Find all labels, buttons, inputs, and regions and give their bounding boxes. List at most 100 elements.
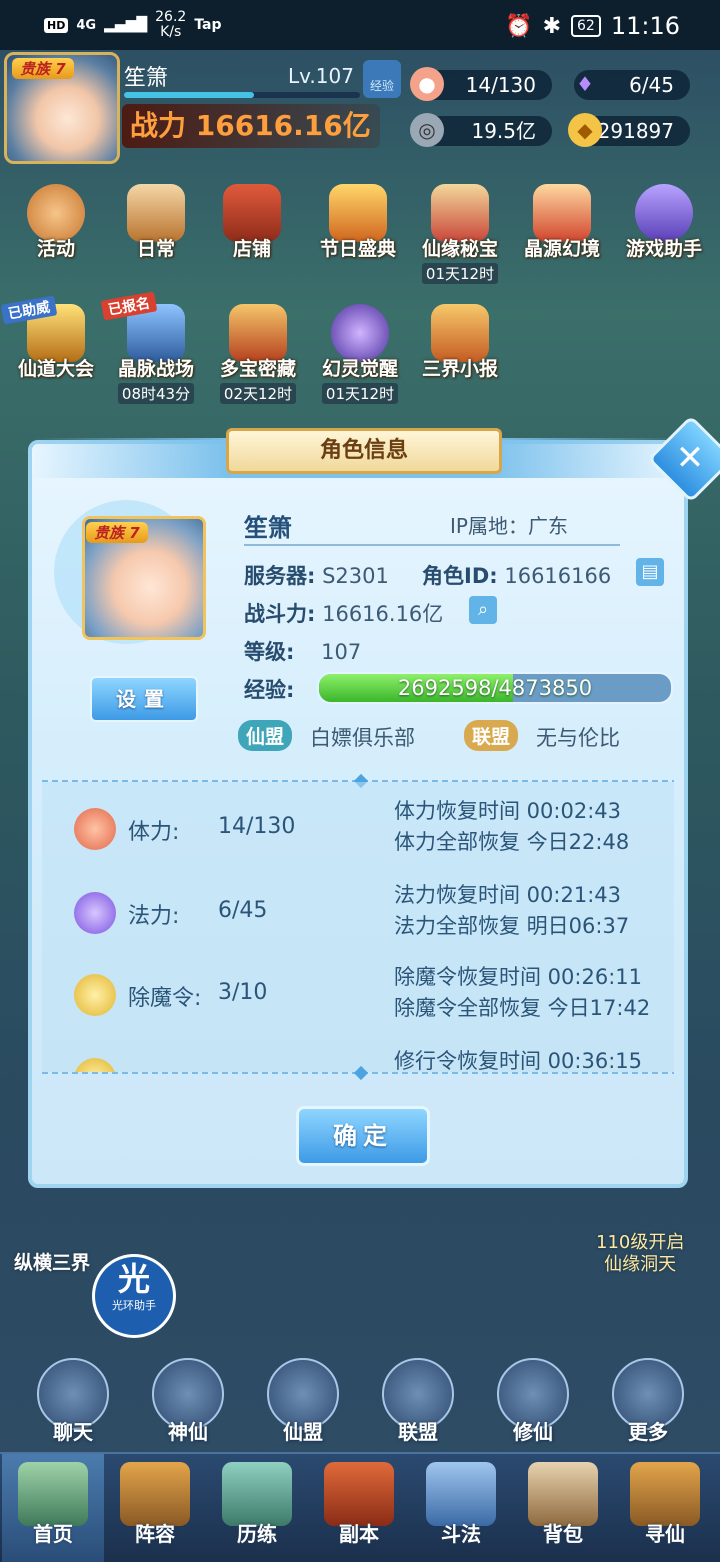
- level-label: 等级:: [244, 640, 295, 664]
- nav-home[interactable]: 首页: [2, 1454, 104, 1562]
- mana-flame-icon: [74, 892, 116, 934]
- menu-daily[interactable]: 日常: [106, 184, 206, 261]
- nav-duel[interactable]: 斗法: [410, 1454, 512, 1562]
- role-id-row: 角色ID: 16616166: [422, 560, 611, 590]
- nav-training[interactable]: 历练: [206, 1454, 308, 1562]
- menu-treasure[interactable]: 仙缘秘宝 01天12时: [410, 184, 510, 284]
- exp-progress-fill: [124, 92, 254, 98]
- vip-badge: 贵族 7: [86, 522, 148, 543]
- copy-id-icon[interactable]: ▤: [636, 558, 664, 586]
- combat-power: 战力 16616.16亿: [122, 104, 380, 148]
- immortal-button[interactable]: 神仙: [143, 1358, 233, 1445]
- exp-progress-bar: [124, 92, 360, 98]
- vip-badge: 贵族 7: [12, 58, 74, 79]
- peach-icon: ●: [410, 67, 444, 101]
- network-speed: 26.2 K/s: [155, 9, 187, 40]
- exp-label: 经验:: [244, 678, 295, 702]
- power-value: 16616.16亿: [322, 602, 444, 626]
- bottom-nav: 首页 阵容 历练 副本 斗法 背包 寻仙: [0, 1452, 720, 1562]
- training-icon: [222, 1462, 292, 1526]
- exp-button[interactable]: 经验: [363, 60, 401, 98]
- exp-bar: 2692598/4873850: [317, 672, 673, 704]
- zongheng-label[interactable]: 纵横三界: [14, 1248, 90, 1275]
- server-value: S2301: [322, 564, 389, 588]
- dungeon-gate-icon: [324, 1462, 394, 1526]
- guild-name: 白嫖俱乐部: [310, 726, 415, 750]
- seek-icon: [630, 1462, 700, 1526]
- halo-assistant-button[interactable]: 光 光环助手: [92, 1254, 176, 1338]
- lineup-icon: [120, 1462, 190, 1526]
- peach-icon: [74, 808, 116, 850]
- menu-shop[interactable]: 店铺: [202, 184, 302, 261]
- duel-icon: [426, 1462, 496, 1526]
- alliance-button[interactable]: 联盟: [373, 1358, 463, 1445]
- stats-list[interactable]: 体力: 14/130 体力恢复时间 00:02:43 体力全部恢复 今日22:48…: [42, 782, 674, 1072]
- confirm-button[interactable]: 确定: [296, 1106, 430, 1166]
- bag-icon: [528, 1462, 598, 1526]
- coin-counter[interactable]: ◎ 19.5亿: [410, 113, 552, 147]
- settings-button[interactable]: 设置: [90, 676, 198, 722]
- player-name: 笙箫: [124, 66, 169, 91]
- stat-row: 法力: 6/45 法力恢复时间 00:21:43 法力全部恢复 明日06:37: [42, 874, 674, 954]
- menu-crystal-battle[interactable]: 晶脉战场 08时43分: [106, 304, 206, 404]
- status-bar: HD 4G ▂▄▆█ 26.2 K/s Tap ⏰ ✱ 62 11:16: [0, 0, 720, 50]
- nav-dungeon[interactable]: 副本: [308, 1454, 410, 1562]
- mana-flame-icon: ♦: [576, 72, 594, 96]
- server-row: 服务器: S2301: [244, 560, 389, 590]
- battery-indicator: 62: [571, 15, 601, 37]
- gold-value: 291897: [597, 119, 674, 143]
- unlock-hint[interactable]: 110级开启 仙缘洞天: [596, 1232, 684, 1276]
- role-id-label: 角色ID:: [422, 564, 498, 588]
- close-icon[interactable]: ✕: [664, 434, 716, 482]
- server-label: 服务器:: [244, 564, 316, 588]
- menu-spirit-awakening[interactable]: 幻灵觉醒 01天12时: [310, 304, 410, 404]
- level-row: 等级: 107: [244, 636, 361, 666]
- menu-festival[interactable]: 节日盛典: [308, 184, 408, 261]
- nav-seek-immortal[interactable]: 寻仙: [614, 1454, 716, 1562]
- stamina-value: 14/130: [465, 73, 536, 97]
- nav-bag[interactable]: 背包: [512, 1454, 614, 1562]
- gold-counter[interactable]: ◆ 291897: [568, 113, 690, 147]
- mana-value: 6/45: [629, 73, 674, 97]
- coin-icon: ◎: [410, 113, 444, 147]
- menu-news[interactable]: 三界小报: [410, 304, 510, 381]
- role-name: 笙箫: [244, 514, 292, 542]
- cultivation-token-icon: [74, 1058, 116, 1072]
- search-icon[interactable]: ⌕: [469, 596, 497, 624]
- signal-icon: 4G: [76, 17, 97, 33]
- bluetooth-icon: ✱: [542, 13, 561, 39]
- stamina-counter[interactable]: ● 14/130: [410, 67, 552, 101]
- home-icon: [18, 1462, 88, 1526]
- player-level: Lv.107: [288, 64, 354, 88]
- more-button[interactable]: 更多: [603, 1358, 693, 1445]
- ip-location: IP属地：广东: [450, 514, 568, 538]
- nav-lineup[interactable]: 阵容: [104, 1454, 206, 1562]
- tap-app-icon: Tap: [194, 17, 222, 33]
- role-id-value: 16616166: [504, 564, 612, 588]
- guild-button[interactable]: 仙盟: [258, 1358, 348, 1445]
- halo-glyph: 光: [117, 1260, 150, 1298]
- mana-counter[interactable]: ♦ 6/45: [574, 70, 690, 100]
- exp-value: 2692598/4873850: [397, 676, 593, 700]
- coin-value: 19.5亿: [471, 119, 536, 143]
- menu-game-helper[interactable]: 游戏助手: [614, 184, 714, 261]
- signal-bars-icon: ▂▄▆█: [104, 17, 148, 33]
- cultivate-button[interactable]: 修仙: [488, 1358, 578, 1445]
- alliance-name: 无与伦比: [536, 726, 620, 750]
- halo-label: 光环助手: [112, 1299, 156, 1312]
- role-info-dialog: 角色信息 贵族 7 设置 笙箫 IP属地：广东 服务器: S2301 角色ID:…: [28, 428, 688, 1188]
- menu-crystal-realm[interactable]: 晶源幻境: [512, 184, 612, 261]
- power-label: 战斗力:: [244, 602, 316, 626]
- menu-activity[interactable]: 活动: [6, 184, 106, 261]
- stat-row: 除魔令: 3/10 除魔令恢复时间 00:26:11 除魔令全部恢复 今日17:4…: [42, 956, 674, 1036]
- stat-row: 体力: 14/130 体力恢复时间 00:02:43 体力全部恢复 今日22:48: [42, 790, 674, 870]
- dialog-title: 角色信息: [226, 428, 502, 474]
- gold-ingot-icon: ◆: [568, 113, 602, 147]
- chat-button[interactable]: 聊天: [28, 1358, 118, 1445]
- power-row: 战斗力: 16616.16亿: [244, 598, 443, 628]
- hd-icon: HD: [44, 17, 69, 33]
- divider-bottom: [42, 1065, 674, 1081]
- menu-treasure-vault[interactable]: 多宝密藏 02天12时: [208, 304, 308, 404]
- level-value: 107: [321, 640, 362, 664]
- alarm-icon: ⏰: [505, 13, 533, 39]
